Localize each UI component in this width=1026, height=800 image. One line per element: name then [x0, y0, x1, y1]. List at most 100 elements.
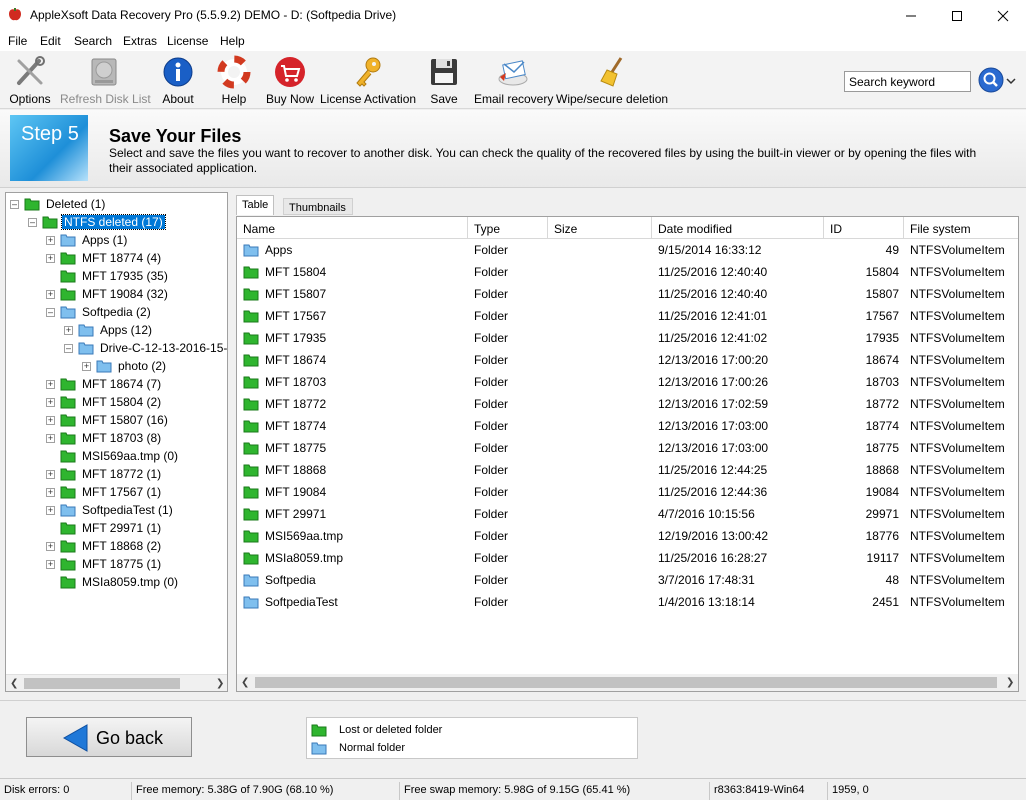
- expand-icon[interactable]: +: [46, 236, 55, 245]
- green-folder-icon: [311, 724, 327, 737]
- legend-normal-label: Normal folder: [339, 742, 406, 754]
- expand-icon[interactable]: +: [46, 254, 55, 263]
- tree-horizontal-scrollbar[interactable]: ❮ ❯: [6, 674, 227, 691]
- menu-edit[interactable]: Edit: [40, 34, 61, 48]
- menu-help[interactable]: Help: [220, 34, 245, 48]
- green-folder-icon: [243, 376, 259, 389]
- table-horizontal-scrollbar[interactable]: ❮ ❯: [237, 674, 1018, 691]
- table-row[interactable]: MFT 19084 Folder 11/25/2016 12:44:36 19084 N…: [237, 481, 1018, 503]
- table-row[interactable]: Softpedia Folder 3/7/2016 17:48:31 48 NTFSVo…: [237, 569, 1018, 591]
- about-button[interactable]: About: [158, 53, 198, 107]
- column-header-size[interactable]: Size: [548, 217, 652, 239]
- tab-table[interactable]: Table: [236, 195, 274, 215]
- menu-file[interactable]: File: [8, 34, 27, 48]
- cell-id: 18772: [865, 397, 899, 411]
- info-icon: [163, 57, 193, 87]
- table-row[interactable]: MFT 15807 Folder 11/25/2016 12:40:40 15807 N…: [237, 283, 1018, 305]
- cell-name: MSIa8059.tmp: [265, 551, 344, 565]
- cell-date-modified: 12/13/2016 17:03:00: [658, 441, 769, 455]
- expand-icon[interactable]: +: [46, 434, 55, 443]
- expand-icon[interactable]: +: [46, 560, 55, 569]
- scroll-left-icon[interactable]: ❮: [10, 678, 18, 689]
- scroll-right-icon[interactable]: ❯: [1006, 677, 1014, 688]
- options-button[interactable]: Options: [4, 53, 56, 107]
- cell-date-modified: 9/15/2014 16:33:12: [658, 243, 762, 257]
- scroll-right-icon[interactable]: ❯: [216, 678, 224, 689]
- cell-file-system: NTFSVolumeItem: [910, 573, 1005, 587]
- table-row[interactable]: MFT 18703 Folder 12/13/2016 17:00:26 18703 N…: [237, 371, 1018, 393]
- buy-now-button[interactable]: Buy Now: [264, 53, 316, 107]
- expand-icon[interactable]: +: [46, 506, 55, 515]
- save-button[interactable]: Save: [426, 53, 462, 107]
- expand-icon[interactable]: +: [64, 326, 73, 335]
- cell-name: MFT 19084: [265, 485, 327, 499]
- folder-tree[interactable]: – Deleted (1) – NTFS deleted (17) + Apps (1) +…: [5, 192, 228, 692]
- cell-name: MFT 18868: [265, 463, 327, 477]
- status-bar: Disk errors: 0 Free memory: 5.38G of 7.9…: [0, 778, 1026, 800]
- collapse-icon[interactable]: –: [64, 344, 73, 353]
- cell-name: MFT 18674: [265, 353, 327, 367]
- table-row[interactable]: MFT 17935 Folder 11/25/2016 12:41:02 17935 N…: [237, 327, 1018, 349]
- cell-type: Folder: [474, 595, 509, 609]
- expand-icon[interactable]: +: [82, 362, 91, 371]
- help-button[interactable]: Help: [214, 53, 254, 107]
- expand-icon[interactable]: +: [46, 416, 55, 425]
- table-row[interactable]: MFT 18774 Folder 12/13/2016 17:03:00 18774 N…: [237, 415, 1018, 437]
- maximize-button[interactable]: [934, 0, 980, 31]
- expand-icon[interactable]: +: [46, 290, 55, 299]
- menu-extras[interactable]: Extras: [123, 34, 157, 48]
- table-row[interactable]: Apps Folder 9/15/2014 16:33:12 49 NTFSVolume…: [237, 239, 1018, 261]
- table-row[interactable]: MSIa8059.tmp Folder 11/25/2016 16:28:27 191…: [237, 547, 1018, 569]
- refresh-disk-list-button[interactable]: Refresh Disk List: [60, 53, 151, 107]
- chevron-down-icon[interactable]: [1006, 77, 1016, 85]
- table-row[interactable]: MFT 18772 Folder 12/13/2016 17:02:59 18772 N…: [237, 393, 1018, 415]
- table-row[interactable]: MFT 29971 Folder 4/7/2016 10:15:56 29971 NTF…: [237, 503, 1018, 525]
- green-folder-icon: [243, 420, 259, 433]
- cell-id: 15804: [865, 265, 899, 279]
- table-row[interactable]: MFT 17567 Folder 11/25/2016 12:41:01 17567 N…: [237, 305, 1018, 327]
- expand-icon[interactable]: +: [46, 398, 55, 407]
- column-header-type[interactable]: Type: [468, 217, 548, 239]
- table-scroll-thumb[interactable]: [255, 677, 997, 688]
- cell-file-system: NTFSVolumeItem: [910, 397, 1005, 411]
- table-row[interactable]: MFT 18868 Folder 11/25/2016 12:44:25 18868 N…: [237, 459, 1018, 481]
- search-icon[interactable]: [978, 67, 1004, 93]
- go-back-button[interactable]: Go back: [26, 717, 192, 757]
- menu-license[interactable]: License: [167, 34, 208, 48]
- table-row[interactable]: MFT 18775 Folder 12/13/2016 17:03:00 18775 N…: [237, 437, 1018, 459]
- minimize-button[interactable]: [888, 0, 934, 31]
- cell-type: Folder: [474, 287, 509, 301]
- search-input[interactable]: [844, 71, 971, 92]
- column-header-id[interactable]: ID: [824, 217, 904, 239]
- collapse-icon[interactable]: –: [28, 218, 37, 227]
- expand-icon[interactable]: +: [46, 470, 55, 479]
- column-header-file-system[interactable]: File system: [904, 217, 1018, 239]
- license-activation-button[interactable]: License Activation: [320, 53, 416, 107]
- cell-file-system: NTFSVolumeItem: [910, 287, 1005, 301]
- column-header-name[interactable]: Name: [237, 217, 468, 239]
- tree-scroll-thumb[interactable]: [24, 678, 180, 689]
- collapse-icon[interactable]: –: [10, 200, 19, 209]
- close-button[interactable]: [980, 0, 1026, 31]
- menu-search[interactable]: Search: [74, 34, 112, 48]
- expand-icon[interactable]: +: [46, 488, 55, 497]
- collapse-icon[interactable]: –: [46, 308, 55, 317]
- scroll-left-icon[interactable]: ❮: [241, 677, 249, 688]
- expand-icon[interactable]: +: [46, 380, 55, 389]
- expand-icon[interactable]: +: [46, 542, 55, 551]
- table-row[interactable]: MFT 15804 Folder 11/25/2016 12:40:40 15804 N…: [237, 261, 1018, 283]
- table-row[interactable]: SoftpediaTest Folder 1/4/2016 13:18:14 2451…: [237, 591, 1018, 613]
- tree-node-label: MFT 15807 (16): [82, 413, 168, 427]
- tree-node-label: MFT 18772 (1): [82, 467, 162, 481]
- table-row[interactable]: MFT 18674 Folder 12/13/2016 17:00:20 18674 N…: [237, 349, 1018, 371]
- cell-id: 29971: [865, 507, 899, 521]
- tab-thumbnails[interactable]: Thumbnails: [283, 198, 353, 215]
- blue-folder-icon: [60, 234, 76, 247]
- email-recovery-button[interactable]: Email recovery: [474, 53, 553, 107]
- column-header-date-modified[interactable]: Date modified: [652, 217, 824, 239]
- cell-date-modified: 1/4/2016 13:18:14: [658, 595, 755, 609]
- table-row[interactable]: MSI569aa.tmp Folder 12/19/2016 13:00:42 187…: [237, 525, 1018, 547]
- cell-type: Folder: [474, 375, 509, 389]
- blue-folder-icon: [243, 596, 259, 609]
- wipe-secure-deletion-button[interactable]: Wipe/secure deletion: [556, 53, 668, 107]
